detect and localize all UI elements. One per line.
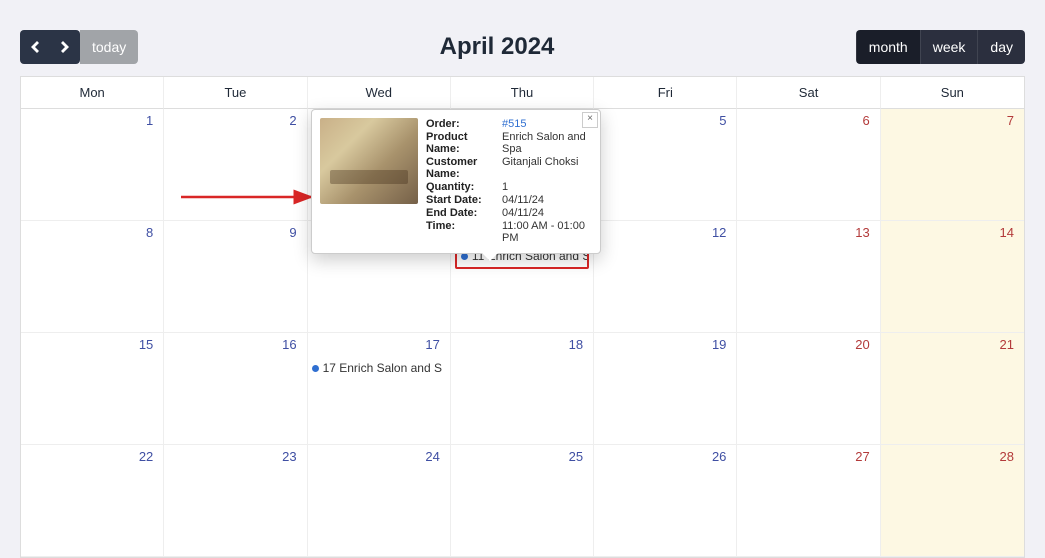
day-number: 21 (1000, 337, 1014, 352)
day-number: 12 (712, 225, 726, 240)
day-number: 25 (569, 449, 583, 464)
day-cell[interactable]: 17 17 Enrich Salon and S (308, 333, 451, 445)
popup-details: Order:#515 Product Name:Enrich Salon and… (426, 118, 592, 245)
day-number: 9 (289, 225, 296, 240)
end-value: 04/11/24 (502, 207, 592, 219)
day-cell[interactable]: 16 (164, 333, 307, 445)
day-number: 19 (712, 337, 726, 352)
product-value: Enrich Salon and Spa (502, 131, 592, 155)
event-popup: × Order:#515 Product Name:Enrich Salon a… (311, 109, 601, 254)
day-cell[interactable]: 19 (594, 333, 737, 445)
day-cell[interactable]: 14 (881, 221, 1024, 333)
day-number: 8 (146, 225, 153, 240)
time-label: Time: (426, 220, 502, 244)
day-number: 6 (862, 113, 869, 128)
weekday-header: Sat (737, 77, 880, 109)
view-group: month week day (856, 30, 1025, 64)
customer-value: Gitanjali Choksi (502, 156, 592, 180)
weekday-header: Fri (594, 77, 737, 109)
day-number: 20 (855, 337, 869, 352)
day-cell[interactable]: 27 (737, 445, 880, 557)
arrow-annotation (181, 187, 331, 212)
weekday-header: Mon (21, 77, 164, 109)
day-number: 28 (1000, 449, 1014, 464)
day-cell[interactable]: 21 (881, 333, 1024, 445)
day-number: 26 (712, 449, 726, 464)
day-cell[interactable]: 6 (737, 109, 880, 221)
day-number: 23 (282, 449, 296, 464)
weekday-header: Sun (881, 77, 1024, 109)
day-cell[interactable]: 28 (881, 445, 1024, 557)
view-day-button[interactable]: day (977, 30, 1025, 64)
product-image (320, 118, 418, 204)
day-cell[interactable]: 9 (164, 221, 307, 333)
order-link[interactable]: #515 (502, 118, 592, 130)
order-label: Order: (426, 118, 502, 130)
day-cell[interactable]: 23 (164, 445, 307, 557)
calendar-title: April 2024 (440, 33, 555, 61)
day-cell[interactable]: 13 (737, 221, 880, 333)
day-number: 5 (719, 113, 726, 128)
day-cell[interactable]: 8 (21, 221, 164, 333)
qty-label: Quantity: (426, 181, 502, 193)
nav-group (20, 30, 80, 64)
customer-label: Customer Name: (426, 156, 502, 180)
next-button[interactable] (50, 30, 80, 64)
time-value: 11:00 AM - 01:00 PM (502, 220, 592, 244)
day-cell[interactable]: 12 (594, 221, 737, 333)
day-number: 7 (1007, 113, 1014, 128)
event-dot-icon (312, 365, 319, 372)
day-number: 13 (855, 225, 869, 240)
calendar-header: MonTueWedThuFriSatSun (21, 77, 1024, 109)
day-cell[interactable]: 22 (21, 445, 164, 557)
day-cell[interactable]: 25 (451, 445, 594, 557)
qty-value: 1 (502, 181, 592, 193)
day-cell[interactable]: 5 (594, 109, 737, 221)
day-number: 16 (282, 337, 296, 352)
start-value: 04/11/24 (502, 194, 592, 206)
start-label: Start Date: (426, 194, 502, 206)
day-number: 2 (289, 113, 296, 128)
day-number: 17 (425, 337, 439, 352)
day-number: 22 (139, 449, 153, 464)
weekday-header: Wed (308, 77, 451, 109)
day-cell[interactable]: 20 (737, 333, 880, 445)
day-cell[interactable]: 18 (451, 333, 594, 445)
calendar-event[interactable]: 17 Enrich Salon and S (312, 361, 446, 375)
day-cell[interactable]: 7 (881, 109, 1024, 221)
weekday-header: Thu (451, 77, 594, 109)
day-cell[interactable]: 1 (21, 109, 164, 221)
popup-close-button[interactable]: × (582, 112, 598, 128)
end-label: End Date: (426, 207, 502, 219)
today-button[interactable]: today (80, 30, 138, 64)
view-week-button[interactable]: week (920, 30, 978, 64)
prev-button[interactable] (20, 30, 50, 64)
day-cell[interactable]: 24 (308, 445, 451, 557)
day-cell[interactable]: 15 (21, 333, 164, 445)
day-number: 1 (146, 113, 153, 128)
day-number: 18 (569, 337, 583, 352)
day-number: 14 (1000, 225, 1014, 240)
calendar-body: ▼ × Order:#515 Product Name:Enrich Salon… (21, 109, 1024, 557)
product-label: Product Name: (426, 131, 502, 155)
event-text: 17 Enrich Salon and S (323, 361, 442, 375)
day-number: 24 (425, 449, 439, 464)
view-month-button[interactable]: month (856, 30, 920, 64)
calendar: MonTueWedThuFriSatSun ▼ × Order:#515 Pro… (20, 76, 1025, 558)
day-number: 27 (855, 449, 869, 464)
weekday-header: Tue (164, 77, 307, 109)
day-number: 15 (139, 337, 153, 352)
day-cell[interactable]: 26 (594, 445, 737, 557)
